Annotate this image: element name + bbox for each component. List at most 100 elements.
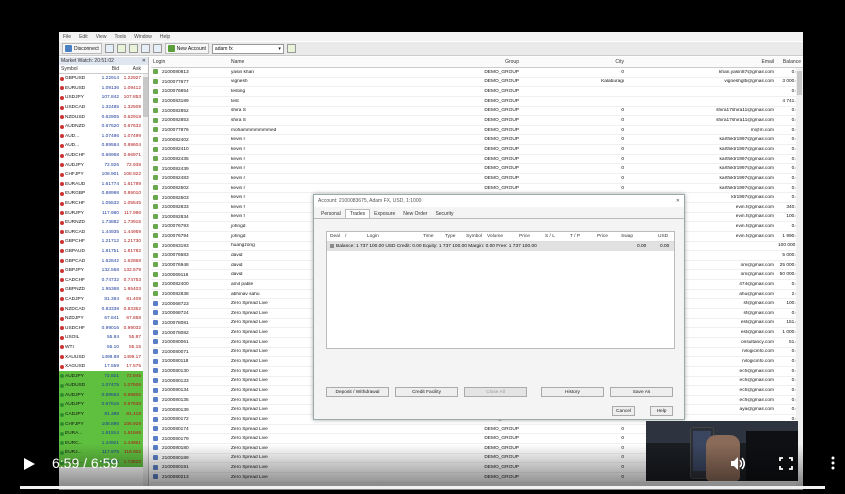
market-watch-row[interactable]: AUDJPY 0.67616 0.67636	[59, 400, 148, 410]
column-header-balance[interactable]: Balance	[776, 59, 803, 65]
market-watch-row[interactable]: GBPNZD 1.95368 1.95403	[59, 285, 148, 295]
balance-row[interactable]: Balance: 1 737 100.00 USD Credit: 0.00 E…	[327, 242, 674, 251]
new-account-button[interactable]: New Account	[164, 43, 209, 54]
market-watch-row[interactable]: EURCAD 1.44935 1.44959	[59, 228, 148, 238]
table-row[interactable]: 2100083189 test DEMO_GROUP 4 741.70	[151, 97, 803, 107]
market-watch-row[interactable]: USDCHF 0.99016 0.99032	[59, 323, 148, 333]
market-watch-row[interactable]: AUDJPY 0.89583 0.89606	[59, 390, 148, 401]
market-watch-row[interactable]: EURJPY 117.980 117.996	[59, 208, 148, 218]
trades-column-header[interactable]: Type	[445, 234, 455, 239]
settings-icon[interactable]	[104, 44, 114, 53]
menu-item-edit[interactable]: Edit	[79, 34, 88, 40]
market-watch-scrollbar[interactable]	[143, 74, 148, 490]
market-watch-row[interactable]: AUDNZD 0.67620 0.67632	[59, 122, 148, 132]
market-watch-row[interactable]: GBPCHF 1.21712 1.21730	[59, 237, 148, 247]
market-watch-row[interactable]: CADCHF 0.74732 0.74753	[59, 275, 148, 285]
market-watch-row[interactable]: EURGBP 0.88998 0.89010	[59, 189, 148, 199]
market-watch-row[interactable]: AUDJPY 72.921 72.945	[59, 371, 148, 381]
market-watch-row[interactable]: NZDJPY 67.841 67.858	[59, 314, 148, 324]
group-icon[interactable]	[128, 44, 138, 53]
close-icon[interactable]: ✕	[676, 198, 680, 204]
scrollbar-thumb[interactable]	[797, 71, 802, 95]
scrollbar-thumb[interactable]	[143, 77, 148, 117]
trades-column-header[interactable]: USD	[658, 234, 668, 239]
market-watch-row[interactable]: CHFJPY 108.896 108.928	[59, 419, 148, 429]
market-watch-row[interactable]: CADJPY 81.388 81.418	[59, 409, 148, 420]
market-watch-row[interactable]: XAGUSD 17.559 17.575	[59, 362, 148, 372]
market-watch-row[interactable]: AUD... 0.89584 0.89604	[59, 141, 148, 151]
close-icon[interactable]: ✕	[142, 58, 146, 64]
column-header-city[interactable]: City	[521, 59, 626, 65]
market-watch-row[interactable]: EURCHF 1.05532 1.05545	[59, 199, 148, 209]
table-row[interactable]: 2100082435 kevin r DEMO_GROUP 0 karthiktr199…	[151, 155, 803, 165]
orders-icon[interactable]	[140, 44, 150, 53]
trades-column-header[interactable]: S / L	[545, 234, 555, 239]
volume-icon[interactable]	[730, 456, 746, 471]
market-watch-row[interactable]: USDJPY 107.842 107.853	[59, 93, 148, 103]
credit-facility-button[interactable]: Credit Facility	[395, 387, 458, 397]
tab-security[interactable]: Security	[431, 209, 457, 218]
trades-column-header[interactable]: Price	[597, 234, 608, 239]
market-watch-row[interactable]: USDCAD 1.32485 1.32509	[59, 103, 148, 113]
table-row[interactable]: 2100082402 kevin r DEMO_GROUP 0 karthiktr199…	[151, 135, 803, 146]
fullscreen-icon[interactable]	[779, 457, 793, 470]
history-button[interactable]: History	[541, 387, 604, 397]
tab-trades[interactable]: Trades	[344, 209, 371, 218]
menu-item-window[interactable]: Window	[134, 34, 152, 40]
market-watch-row[interactable]: CHFJPY 108.901 108.922	[59, 170, 148, 180]
market-watch-row[interactable]: WTI 55.10 55.15	[59, 343, 148, 353]
market-watch-row[interactable]: AUD... 1.07486 1.07499	[59, 132, 148, 142]
more-options-icon[interactable]	[831, 456, 835, 470]
deposit-withdrawal-button[interactable]: Deposit / Withdrawal	[326, 387, 389, 397]
menu-item-tools[interactable]: Tools	[114, 34, 126, 40]
market-watch-row[interactable]: GBPUSD 1.22914 1.22927	[59, 74, 148, 84]
trades-column-header[interactable]: Time	[423, 234, 433, 239]
tab-personal[interactable]: Personal	[317, 209, 345, 218]
video-player[interactable]: File Edit View Tools Window Help Disconnect N…	[0, 0, 845, 494]
trades-column-header[interactable]: /	[345, 234, 346, 239]
progress-bar[interactable]	[20, 486, 825, 489]
trades-column-header[interactable]: Swap	[621, 234, 633, 239]
trades-column-header[interactable]: Login	[367, 234, 379, 239]
table-row[interactable]: 2100077876 mohammmmmmmed DEMO_GROUP 0 m@m.co…	[151, 126, 803, 136]
trades-column-header[interactable]: Volume	[487, 234, 503, 239]
table-row[interactable]: 2100082410 kevin r DEMO_GROUP 0 karthiktr199…	[151, 145, 803, 155]
market-watch-row[interactable]: XAUUSD 1498.88 1499.17	[59, 352, 148, 362]
table-row[interactable]: 2100080813 yasin khan DEMO_GROUP 0 khan.yasi…	[151, 68, 803, 78]
market-watch-row[interactable]: AUDCHF 0.66958 0.66971	[59, 151, 148, 161]
document-icon[interactable]	[152, 44, 162, 53]
market-watch-row[interactable]: CADJPY 81.394 81.409	[59, 295, 148, 305]
table-row[interactable]: 2100082439 kevin r DEMO_GROUP 0 karthiktr199…	[151, 164, 803, 175]
market-watch-row[interactable]: AUDJPY 72.926 72.939	[59, 160, 148, 170]
column-header-group[interactable]: Group	[349, 59, 521, 65]
column-header-email[interactable]: Email	[626, 59, 776, 65]
user-icon[interactable]	[116, 44, 126, 53]
column-header-ask[interactable]: Ask	[119, 66, 143, 72]
disconnect-button[interactable]: Disconnect	[62, 43, 102, 54]
table-row[interactable]: 2100077677 vignesh DEMO_GROUP Kalaburagi vig…	[151, 78, 803, 88]
trades-column-header[interactable]: Price	[519, 234, 530, 239]
play-icon[interactable]	[22, 457, 36, 471]
column-header-symbol[interactable]: Symbol	[59, 66, 89, 72]
market-watch-row[interactable]: NZDCAD 0.83338 0.83362	[59, 304, 148, 314]
table-row[interactable]: 2100082853 shira S DEMO_GROUP 0 shira17shira…	[151, 116, 803, 126]
table-row[interactable]: 2100076854testingDEMO_GROUP0.00	[151, 87, 803, 97]
trades-column-header[interactable]: T / P	[570, 234, 580, 239]
menu-item-help[interactable]: Help	[160, 34, 170, 40]
market-watch-row[interactable]: USOIL 55.84 55.87	[59, 333, 148, 343]
column-header-login[interactable]: Login	[151, 59, 229, 65]
market-watch-row[interactable]: GBPJPY 132.558 132.579	[59, 266, 148, 276]
column-header-name[interactable]: Name	[229, 59, 349, 65]
trades-column-header[interactable]: Symbol	[466, 234, 482, 239]
help-button[interactable]: Help	[650, 406, 673, 416]
table-row[interactable]: 2100082852 shira S DEMO_GROUP 0 shira17shira…	[151, 107, 803, 117]
table-row[interactable]: 2100082483 kevin r DEMO_GROUP 0 karthiktr199…	[151, 174, 803, 184]
table-row[interactable]: 2100082502 kevin r DEMO_GROUP 0 karthiktr199…	[151, 184, 803, 194]
tab-exposure[interactable]: Exposure	[370, 209, 399, 218]
market-watch-row[interactable]: NZDUSD 0.62905 0.62919	[59, 112, 148, 122]
trades-column-header[interactable]: Deal	[330, 234, 340, 239]
save-as-button[interactable]: Save As	[610, 387, 673, 397]
find-user-icon[interactable]	[286, 44, 296, 53]
tab-new-order[interactable]: New Order	[399, 209, 431, 218]
market-watch-row[interactable]: AUDUSD 1.07475 1.07506	[59, 381, 148, 391]
